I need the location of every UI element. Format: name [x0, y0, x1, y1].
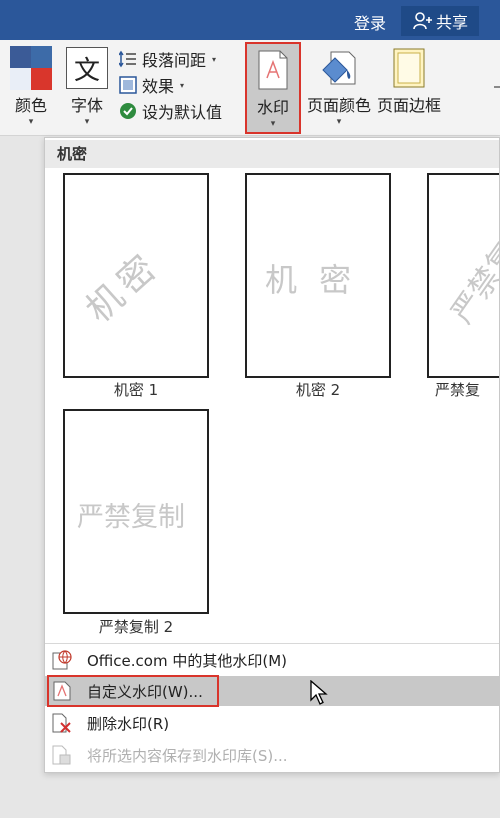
colors-button[interactable]: 颜色 ▾: [6, 40, 56, 132]
remove-watermark-label: 删除水印(R): [87, 714, 170, 733]
effects-icon: [118, 75, 138, 95]
watermark-text: 机 密: [265, 261, 358, 299]
chevron-down-icon: ▾: [28, 117, 34, 127]
watermark-thumb-confidential-2[interactable]: 机 密: [245, 173, 391, 378]
color-palette-icon: [10, 46, 52, 90]
chevron-down-icon: ▾: [336, 117, 342, 127]
remove-watermark-item[interactable]: 删除水印(R): [45, 708, 499, 738]
set-default-button[interactable]: 设为默认值: [118, 98, 222, 124]
thumb-label: 严禁复制 2: [98, 618, 174, 636]
fonts-button[interactable]: 文 字体 ▾: [62, 40, 112, 132]
paragraph-spacing-label: 段落间距: [142, 51, 207, 70]
paint-bucket-icon: [319, 46, 359, 90]
font-glyph: 文: [66, 47, 108, 89]
share-label: 共享: [435, 13, 468, 32]
watermark-text: 机密: [78, 244, 169, 331]
login-link[interactable]: 登录: [354, 10, 386, 34]
title-bar: 登录 共享: [0, 0, 500, 40]
effects-button[interactable]: 效果 ▾: [118, 72, 222, 98]
font-icon: 文: [66, 46, 108, 90]
page-color-label: 页面颜色: [306, 96, 371, 115]
save-to-gallery-item[interactable]: 将所选内容保存到水印库(S)...: [45, 740, 499, 770]
save-to-gallery-label: 将所选内容保存到水印库(S)...: [87, 746, 288, 765]
watermark-dropdown: 机密 机密 机密 1 机 密 机密 2 严禁复 严禁复 严禁复制 严禁复制 2 …: [44, 137, 500, 773]
colors-label: 颜色: [14, 96, 47, 115]
chevron-down-icon: ▾: [180, 80, 185, 90]
document-area: [0, 137, 44, 818]
highlight-box: [47, 675, 219, 707]
watermark-text: 严禁复制: [77, 502, 185, 533]
set-default-label: 设为默认值: [142, 103, 223, 122]
thumb-label: 机密 1: [113, 381, 159, 399]
share-button[interactable]: 共享: [401, 6, 479, 36]
ribbon: 颜色 ▾ 文 字体 ▾ 段落间距 ▾ 效果 ▾ 设为默认值 水印 ▾ 页面颜色 …: [0, 40, 500, 136]
watermark-thumb-do-not-copy-1[interactable]: 严禁复: [427, 173, 500, 378]
thumb-label: 严禁复: [435, 381, 481, 399]
paragraph-spacing-button[interactable]: 段落间距 ▾: [118, 46, 222, 72]
watermark-label: 水印: [256, 98, 289, 117]
person-add-icon: [413, 12, 432, 30]
delete-watermark-icon: [51, 712, 73, 734]
fonts-label: 字体: [70, 96, 103, 115]
chevron-down-icon: ▾: [84, 117, 90, 127]
ribbon-scroll-indicator: [494, 86, 500, 88]
watermark-thumb-confidential-1[interactable]: 机密: [63, 173, 209, 378]
page-color-button[interactable]: 页面颜色 ▾: [303, 40, 375, 132]
effects-label: 效果: [142, 77, 175, 96]
page-borders-button[interactable]: 页面边框: [376, 40, 442, 132]
watermark-thumb-do-not-copy-2[interactable]: 严禁复制: [63, 409, 209, 614]
watermark-icon: [258, 48, 288, 92]
chevron-down-icon: ▾: [212, 54, 217, 64]
page-border-icon: [393, 46, 425, 90]
paragraph-spacing-icon: [118, 49, 138, 69]
page-borders-label: 页面边框: [376, 96, 441, 115]
watermark-text: 严禁复: [444, 236, 500, 330]
divider: [45, 643, 499, 644]
more-watermarks-office-com-item[interactable]: Office.com 中的其他水印(M): [45, 645, 499, 675]
checkmark-icon: [118, 101, 138, 121]
save-to-gallery-icon: [51, 744, 73, 766]
section-header: 机密: [45, 140, 499, 168]
small-buttons-group: 段落间距 ▾ 效果 ▾ 设为默认值: [118, 46, 222, 124]
thumb-label: 机密 2: [295, 381, 341, 399]
mouse-cursor-icon: [310, 680, 328, 705]
more-watermarks-label: Office.com 中的其他水印(M): [87, 651, 288, 670]
watermark-button[interactable]: 水印 ▾: [245, 42, 301, 134]
chevron-down-icon: ▾: [270, 119, 276, 129]
globe-watermark-icon: [51, 649, 73, 671]
